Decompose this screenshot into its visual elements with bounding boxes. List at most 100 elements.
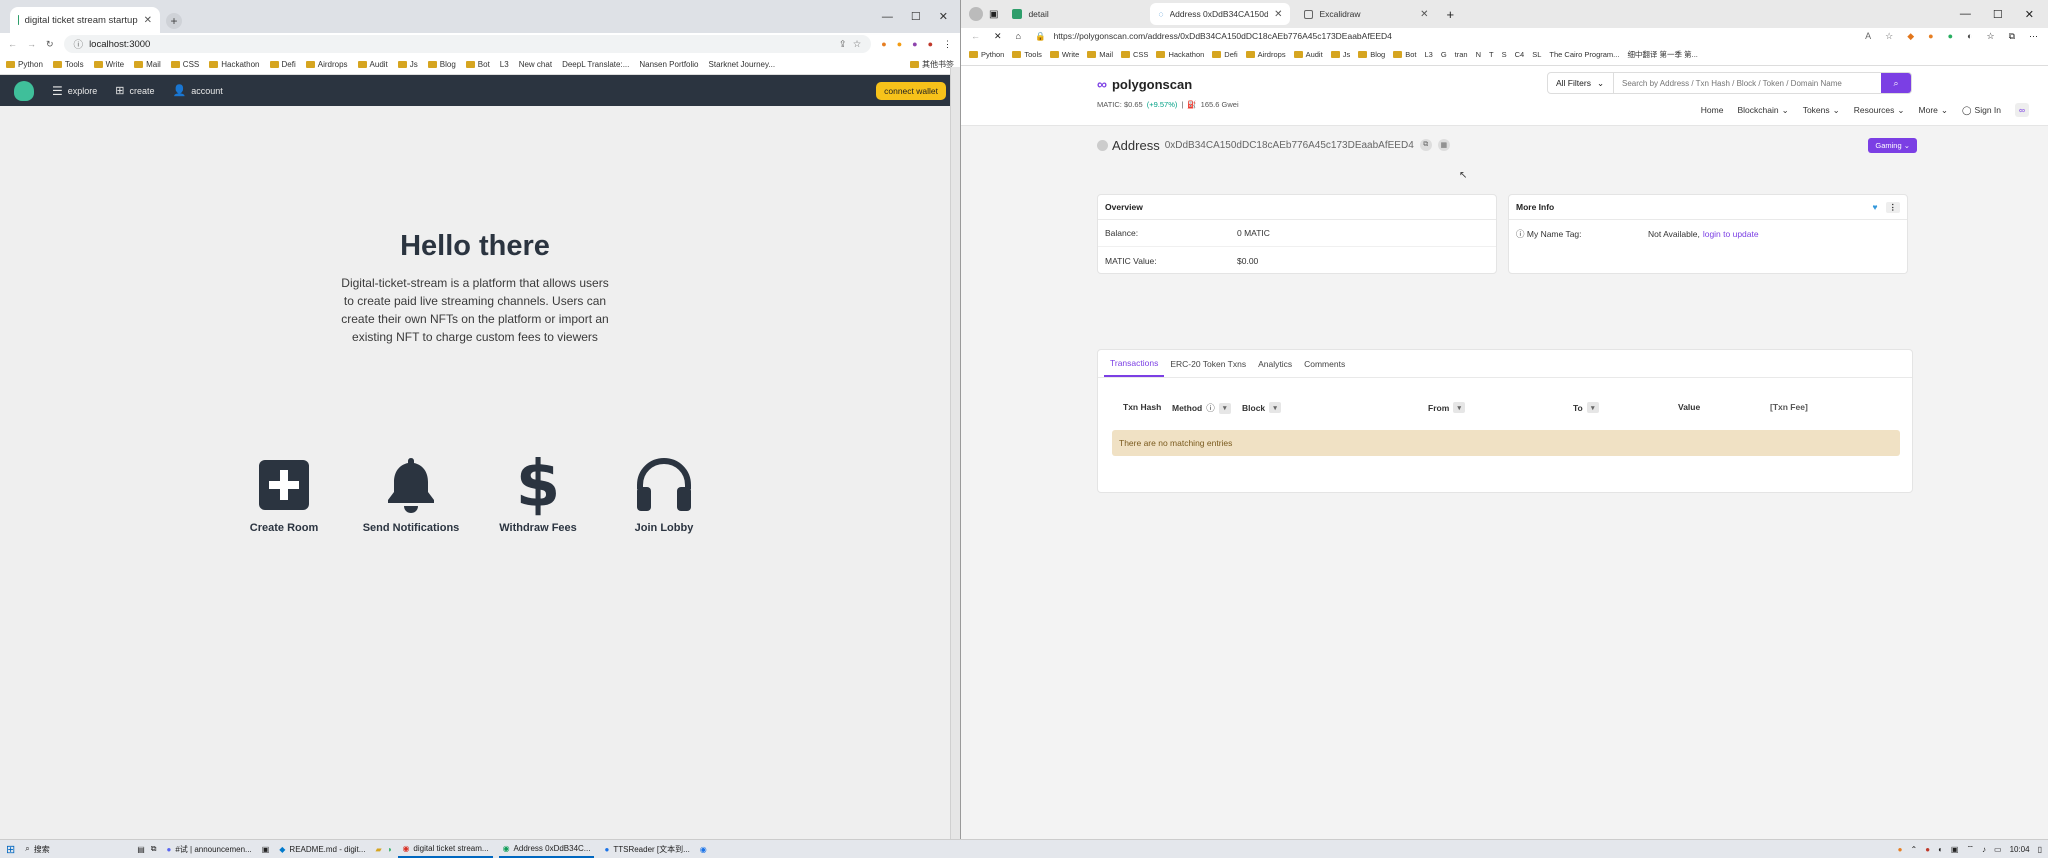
tab-comments[interactable]: Comments	[1298, 350, 1351, 377]
bookmark-folder[interactable]: Js	[398, 60, 418, 69]
taskbar-item[interactable]: ● #试 | announcemen...	[163, 840, 256, 858]
bookmark-link[interactable]: SL	[1532, 50, 1541, 59]
bookmark-link[interactable]: C4	[1515, 50, 1525, 59]
tray-app-icon[interactable]: ▣	[1951, 845, 1959, 854]
menu-more[interactable]: More ⌄	[1919, 105, 1949, 116]
reload-icon[interactable]: ↻	[46, 39, 54, 50]
battery-icon[interactable]: ▭	[1994, 845, 2002, 854]
profile-icon[interactable]	[969, 7, 983, 21]
filter-icon[interactable]: ▾	[1586, 402, 1599, 413]
extension-icon[interactable]: ●	[912, 39, 917, 49]
taskbar-search[interactable]: ⌕ 搜索	[21, 840, 131, 858]
bookmark-link[interactable]: 细中翻译 第一季 第...	[1627, 49, 1697, 60]
right-tab-address[interactable]: ◌ Address 0xDdB34CA150dDC18c... ✕	[1150, 3, 1291, 25]
bookmark-link[interactable]: L3	[1424, 50, 1432, 59]
menu-dots-icon[interactable]: ⋯	[2029, 31, 2038, 42]
chevron-up-icon[interactable]: ⌃	[1911, 845, 1918, 854]
new-tab-button[interactable]: +	[1446, 7, 1454, 22]
forward-icon[interactable]: →	[27, 39, 36, 49]
home-icon[interactable]: ⌂	[1016, 31, 1021, 41]
taskbar-item[interactable]: ◉ Address 0xDdB34C...	[498, 840, 595, 858]
tray-app-icon[interactable]: ◐	[1938, 845, 1943, 854]
taskbar-item[interactable]: ● TTSReader [文本到...	[600, 840, 693, 858]
volume-icon[interactable]: ♪	[1982, 845, 1986, 854]
stop-icon[interactable]: ✕	[994, 31, 1002, 42]
maximize-icon[interactable]: ☐	[911, 10, 921, 23]
close-window-icon[interactable]: ✕	[2025, 8, 2034, 21]
bookmark-link[interactable]: N	[1476, 50, 1481, 59]
taskbar-item[interactable]: ◆ README.md - digit...	[275, 840, 369, 858]
bookmark-link[interactable]: L3	[500, 60, 509, 69]
other-bookmarks-folder[interactable]: 其他书签	[910, 59, 954, 70]
nav-create[interactable]: ⊞ create	[115, 84, 154, 97]
feature-join-lobby[interactable]: Join Lobby	[594, 452, 734, 534]
maximize-icon[interactable]: ☐	[1993, 8, 2003, 21]
bookmark-folder[interactable]: Bot	[1393, 50, 1416, 59]
filter-icon[interactable]: ▾	[1453, 402, 1466, 413]
extension-icon[interactable]: ◐	[1967, 31, 1972, 41]
share-icon[interactable]: ⇪	[839, 39, 847, 50]
copy-icon[interactable]: ⧉	[1419, 139, 1432, 151]
nav-account[interactable]: 👤 account	[173, 84, 223, 97]
new-tab-button[interactable]: +	[166, 13, 182, 29]
bookmark-link[interactable]: Starknet Journey...	[709, 60, 776, 69]
profile-avatar-icon[interactable]: ●	[928, 39, 933, 49]
search-input[interactable]	[1614, 78, 1881, 88]
menu-sign-in[interactable]: ◯ Sign In	[1962, 105, 2001, 116]
right-tab-excalidraw[interactable]: Excalidraw ✕	[1296, 3, 1436, 25]
app-icon[interactable]: ▣	[262, 845, 270, 854]
qr-code-icon[interactable]: ▦	[1437, 139, 1450, 151]
extension-icon[interactable]: ●	[881, 39, 886, 49]
bookmark-folder[interactable]: Defi	[1212, 50, 1237, 59]
app-icon[interactable]: ◗	[388, 845, 393, 854]
bookmark-folder[interactable]: Audit	[358, 60, 388, 69]
menu-tokens[interactable]: Tokens ⌄	[1803, 105, 1840, 116]
bookmark-folder[interactable]: Mail	[1087, 50, 1113, 59]
close-tab-icon[interactable]: ✕	[1274, 9, 1282, 20]
bookmark-folder[interactable]: Hackathon	[1156, 50, 1204, 59]
feature-withdraw-fees[interactable]: $ Withdraw Fees	[468, 448, 608, 534]
favorites-icon[interactable]: ☆	[1986, 31, 1994, 42]
left-omnibox[interactable]: ⓘ localhost:3000 ⇪ ☆	[63, 35, 872, 53]
tab-analytics[interactable]: Analytics	[1252, 350, 1298, 377]
network-switch-icon[interactable]: ∞	[2015, 103, 2029, 117]
tray-app-icon[interactable]: ●	[1925, 845, 1930, 854]
bookmark-folder[interactable]: Hackathon	[209, 60, 259, 69]
minimize-icon[interactable]: —	[882, 11, 893, 23]
bookmark-folder[interactable]: Tools	[53, 60, 84, 69]
filter-icon[interactable]: ▾	[1269, 402, 1282, 413]
gaming-dropdown[interactable]: Gaming ⌄	[1868, 137, 1917, 153]
bookmark-folder[interactable]: Python	[969, 50, 1004, 59]
close-tab-icon[interactable]: ✕	[144, 15, 152, 26]
bookmark-link[interactable]: Nansen Portfolio	[639, 60, 698, 69]
extension-icon[interactable]: ●	[1948, 31, 1953, 41]
bookmark-link[interactable]: DeepL Translate:...	[562, 60, 629, 69]
windows-start-icon[interactable]: ⊞	[6, 843, 15, 856]
task-view-icon[interactable]: ⧉	[151, 844, 157, 854]
bookmark-folder[interactable]: Write	[94, 60, 125, 69]
filter-select[interactable]: All Filters ⌄	[1548, 73, 1614, 93]
close-window-icon[interactable]: ✕	[939, 10, 948, 23]
octopus-logo-icon[interactable]	[14, 80, 34, 101]
collections-icon[interactable]: ⧉	[2009, 31, 2015, 42]
login-to-update-link[interactable]: login to update	[1703, 229, 1759, 239]
bookmark-folder[interactable]: Bot	[466, 60, 490, 69]
star-icon[interactable]: ☆	[853, 39, 862, 50]
widgets-icon[interactable]: ▤	[137, 845, 145, 854]
right-tab-detail[interactable]: detail	[1004, 3, 1144, 25]
bookmark-folder[interactable]: CSS	[171, 60, 199, 69]
network-icon[interactable]: ⌔	[1966, 844, 1974, 854]
bookmark-folder[interactable]: CSS	[1121, 50, 1148, 59]
connect-wallet-button[interactable]: connect wallet	[876, 81, 946, 100]
bookmark-folder[interactable]: Tools	[1012, 50, 1042, 59]
tab-transactions[interactable]: Transactions	[1104, 350, 1165, 377]
bookmark-link[interactable]: T	[1489, 50, 1494, 59]
bookmark-folder[interactable]: Defi	[270, 60, 296, 69]
favorite-star-icon[interactable]: ☆	[1885, 31, 1893, 42]
read-aloud-icon[interactable]: A	[1865, 31, 1871, 41]
menu-kebab-icon[interactable]: ⋮	[943, 39, 952, 50]
bookmark-folder[interactable]: Blog	[1358, 50, 1385, 59]
more-options-icon[interactable]: ⋮	[1885, 201, 1900, 213]
extension-icon[interactable]: ●	[897, 39, 902, 49]
back-icon[interactable]: ←	[8, 39, 17, 49]
